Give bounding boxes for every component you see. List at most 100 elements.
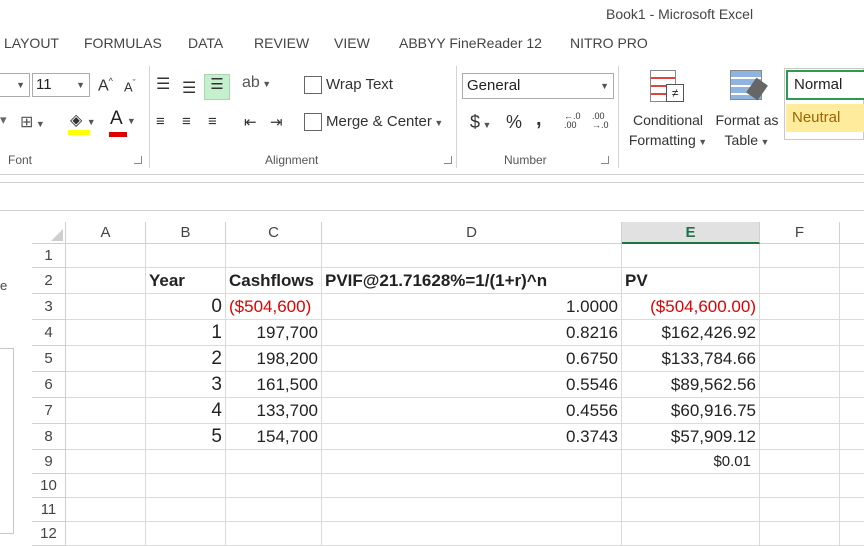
column-header-a[interactable]: A <box>66 222 146 244</box>
cell-c5[interactable]: 198,200 <box>226 346 322 372</box>
row-header-1[interactable]: 1 <box>32 244 66 268</box>
bottom-align-icon[interactable]: ☰ <box>204 74 230 100</box>
grid-cell[interactable] <box>840 320 864 346</box>
cell-d7[interactable]: 0.4556 <box>322 398 622 424</box>
underline-caret-icon[interactable]: ▾ <box>0 112 7 128</box>
row-header-3[interactable]: 3 <box>32 294 66 320</box>
grid-cell[interactable] <box>66 474 146 498</box>
shrink-font-button[interactable]: Aˇ <box>124 78 136 94</box>
font-name-dropdown[interactable]: ▼ <box>0 73 30 97</box>
cell-c4[interactable]: 197,700 <box>226 320 322 346</box>
format-as-table-button[interactable]: Format as Table ▼ <box>712 110 782 152</box>
cell-c7[interactable]: 133,700 <box>226 398 322 424</box>
grid-cell[interactable] <box>66 424 146 450</box>
column-header-f[interactable]: F <box>760 222 840 244</box>
grid-cell[interactable] <box>760 244 840 268</box>
cell-b8[interactable]: 5 <box>146 424 226 450</box>
cell-d4[interactable]: 0.8216 <box>322 320 622 346</box>
cell-b3[interactable]: 0 <box>146 294 226 320</box>
column-header-c[interactable]: C <box>226 222 322 244</box>
increase-indent-icon[interactable]: ⇥ <box>270 113 283 131</box>
middle-align-icon[interactable]: ☰ <box>182 78 196 98</box>
row-header-12[interactable]: 12 <box>32 522 66 546</box>
wrap-text-button[interactable]: Wrap Text <box>304 76 393 95</box>
grid-cell[interactable] <box>840 372 864 398</box>
grid-cell[interactable] <box>226 474 322 498</box>
tab-review[interactable]: REVIEW <box>254 35 309 51</box>
grid-cell[interactable] <box>322 498 622 522</box>
grid-cell[interactable] <box>66 498 146 522</box>
select-all-corner[interactable] <box>32 222 66 244</box>
grid-cell[interactable] <box>146 450 226 474</box>
cell-e5[interactable]: $133,784.66 <box>622 346 760 372</box>
grid-cell[interactable] <box>322 244 622 268</box>
grid-cell[interactable] <box>840 522 864 546</box>
style-neutral[interactable]: Neutral <box>786 104 864 132</box>
fill-color-button[interactable]: ◈ ▼ <box>68 110 96 135</box>
font-color-button[interactable]: A ▼ <box>109 108 136 137</box>
cell-c2[interactable]: Cashflows <box>226 268 322 294</box>
grid-cell[interactable] <box>760 398 840 424</box>
tab-view[interactable]: VIEW <box>334 35 370 51</box>
row-header-7[interactable]: 7 <box>32 398 66 424</box>
grid-cell[interactable] <box>622 474 760 498</box>
row-header-9[interactable]: 9 <box>32 450 66 474</box>
grid-cell[interactable] <box>146 244 226 268</box>
decrease-decimal-button[interactable]: .00 →.0 <box>592 112 609 130</box>
cell-c3[interactable]: ($504,600) <box>226 294 322 320</box>
grid-cell[interactable] <box>760 498 840 522</box>
grid-cell[interactable] <box>840 268 864 294</box>
grid-cell[interactable] <box>840 424 864 450</box>
grid-cell[interactable] <box>322 522 622 546</box>
align-center-icon[interactable]: ≡ <box>182 113 191 130</box>
cell-b4[interactable]: 1 <box>146 320 226 346</box>
grid-cell[interactable] <box>146 498 226 522</box>
cell-d8[interactable]: 0.3743 <box>322 424 622 450</box>
cell-d2[interactable]: PVIF@21.71628%=1/(1+r)^n <box>322 268 622 294</box>
grid-cell[interactable] <box>840 294 864 320</box>
grid-cell[interactable] <box>760 522 840 546</box>
column-header-d[interactable]: D <box>322 222 622 244</box>
grid-cell[interactable] <box>226 498 322 522</box>
row-header-6[interactable]: 6 <box>32 372 66 398</box>
row-header-4[interactable]: 4 <box>32 320 66 346</box>
grid-cell[interactable] <box>760 320 840 346</box>
column-header-b[interactable]: B <box>146 222 226 244</box>
grid-cell[interactable] <box>66 346 146 372</box>
grid-cell[interactable] <box>760 474 840 498</box>
grid-cell[interactable] <box>760 346 840 372</box>
percent-button[interactable]: % <box>506 112 522 133</box>
row-header-10[interactable]: 10 <box>32 474 66 498</box>
grid-cell[interactable] <box>66 398 146 424</box>
cell-d5[interactable]: 0.6750 <box>322 346 622 372</box>
cell-e2[interactable]: PV <box>622 268 760 294</box>
grid-cell[interactable] <box>226 244 322 268</box>
grid-cell[interactable] <box>840 346 864 372</box>
cell-b7[interactable]: 4 <box>146 398 226 424</box>
orientation-icon[interactable]: ab ▼ <box>242 74 271 92</box>
decrease-indent-icon[interactable]: ⇤ <box>244 113 257 131</box>
tab-nitro[interactable]: NITRO PRO <box>570 35 648 51</box>
grid-cell[interactable] <box>840 498 864 522</box>
cell-e3[interactable]: ($504,600.00) <box>622 294 760 320</box>
grid-cell[interactable] <box>840 244 864 268</box>
cell-d3[interactable]: 1.0000 <box>322 294 622 320</box>
tab-data[interactable]: DATA <box>188 35 223 51</box>
font-size-dropdown[interactable]: 11 ▼ <box>32 73 90 97</box>
cell-b6[interactable]: 3 <box>146 372 226 398</box>
grid-cell[interactable] <box>322 474 622 498</box>
cell-c8[interactable]: 154,700 <box>226 424 322 450</box>
conditional-formatting-button[interactable]: Conditional Formatting ▼ <box>628 110 708 152</box>
cell-e4[interactable]: $162,426.92 <box>622 320 760 346</box>
grid-cell[interactable] <box>760 294 840 320</box>
grid-cell[interactable] <box>66 320 146 346</box>
cell-e7[interactable]: $60,916.75 <box>622 398 760 424</box>
grid-cell[interactable] <box>226 450 322 474</box>
align-right-icon[interactable]: ≡ <box>208 113 217 130</box>
grid-cell[interactable] <box>760 424 840 450</box>
grid-cell[interactable] <box>622 244 760 268</box>
tab-abbyy[interactable]: ABBYY FineReader 12 <box>399 35 542 51</box>
grid-cell[interactable] <box>66 294 146 320</box>
grid-cell[interactable] <box>146 474 226 498</box>
grid-cell[interactable] <box>622 522 760 546</box>
